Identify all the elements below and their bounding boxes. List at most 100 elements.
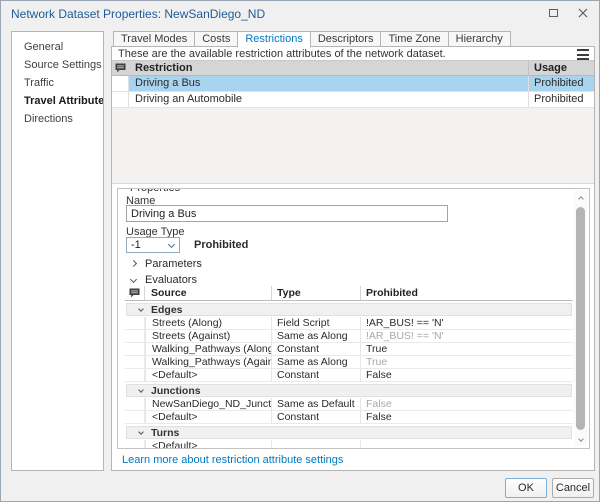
chevron-down-icon (578, 436, 584, 442)
evaluators-table-header: Source Type Prohibited (125, 286, 573, 301)
close-button[interactable] (569, 3, 597, 23)
parameters-section-toggle[interactable]: Parameters (118, 257, 569, 272)
restriction-list-header: Restriction Usage (112, 60, 594, 76)
evaluator-group-junctions[interactable]: Junctions (126, 384, 572, 397)
restore-button[interactable] (539, 3, 567, 23)
menu-icon[interactable] (577, 49, 589, 60)
row-icon-cell (125, 440, 145, 449)
row-icon-cell (125, 330, 145, 342)
restriction-name-cell: Driving an Automobile (129, 92, 528, 107)
type-cell: Same as Default (271, 398, 360, 410)
evaluators-table-body: EdgesStreets (Along)Field Script!AR_BUS!… (125, 303, 573, 449)
prohibited-column-header[interactable]: Prohibited (360, 286, 573, 300)
sidebar-item-directions[interactable]: Directions (12, 110, 103, 128)
usage-cell: Prohibited (528, 76, 594, 91)
usage-type-value: -1 (131, 239, 141, 252)
ok-button[interactable]: OK (505, 478, 547, 498)
group-label: Junctions (151, 385, 201, 397)
source-cell: <Default> (145, 369, 271, 381)
tab-travel-modes[interactable]: Travel Modes (113, 31, 195, 47)
tab-time-zone[interactable]: Time Zone (380, 31, 448, 47)
tab-costs[interactable]: Costs (194, 31, 238, 47)
scroll-down-button[interactable] (574, 433, 587, 446)
value-cell: !AR_BUS! == 'N' (360, 317, 573, 329)
sidebar-item-source-settings[interactable]: Source Settings (12, 56, 103, 74)
evaluator-row[interactable]: <Default>ConstantFalse (125, 411, 573, 424)
evaluator-group-turns[interactable]: Turns (126, 426, 572, 439)
properties-groupbox: Properties Name Usage Type -1 Prohibited… (117, 188, 590, 449)
evaluator-row[interactable]: NewSanDiego_ND_JunctionsSame as DefaultF… (125, 398, 573, 411)
chevron-down-icon (138, 387, 144, 393)
row-icon-cell (125, 356, 145, 368)
source-cell: <Default> (145, 440, 271, 449)
evaluator-row[interactable]: <Default>ConstantFalse (125, 369, 573, 382)
type-cell (271, 440, 360, 449)
comment-icon (112, 61, 129, 75)
restriction-row[interactable]: Driving an AutomobileProhibited (112, 92, 594, 108)
evaluator-group-edges[interactable]: Edges (126, 303, 572, 316)
evaluators-table: Source Type Prohibited EdgesStreets (Alo… (125, 286, 573, 449)
chevron-up-icon (578, 196, 584, 202)
learn-more-link[interactable]: Learn more about restriction attribute s… (122, 454, 343, 466)
restrictions-panel: These are the available restriction attr… (111, 46, 595, 471)
usage-type-text: Prohibited (194, 239, 248, 251)
titlebar: Network Dataset Properties: NewSanDiego_… (1, 1, 599, 27)
row-icon-cell (125, 343, 145, 355)
row-icon-cell (125, 398, 145, 410)
value-cell: False (360, 369, 573, 381)
row-icon-cell (125, 369, 145, 381)
value-cell: True (360, 343, 573, 355)
network-dataset-properties-dialog: Network Dataset Properties: NewSanDiego_… (0, 0, 600, 502)
usage-column-header[interactable]: Usage (528, 61, 594, 75)
group-label: Edges (151, 304, 183, 316)
tab-hierarchy[interactable]: Hierarchy (448, 31, 511, 47)
type-cell: Same as Along (271, 330, 360, 342)
evaluators-section-label: Evaluators (145, 274, 197, 286)
type-cell: Constant (271, 411, 360, 423)
chevron-right-icon (130, 260, 137, 267)
tab-strip: Travel ModesCostsRestrictionsDescriptors… (113, 31, 511, 47)
value-cell: False (360, 398, 573, 410)
evaluator-row[interactable]: Streets (Against)Same as Along!AR_BUS! =… (125, 330, 573, 343)
chevron-down-icon (138, 306, 144, 312)
value-cell: True (360, 356, 573, 368)
description-row: These are the available restriction attr… (112, 47, 594, 60)
source-cell: <Default> (145, 411, 271, 423)
comment-icon (125, 286, 145, 300)
chevron-down-icon (168, 241, 175, 248)
sidebar-item-general[interactable]: General (12, 38, 103, 56)
evaluator-row[interactable]: Walking_Pathways (Against)Same as AlongT… (125, 356, 573, 369)
cancel-button[interactable]: Cancel (552, 478, 594, 498)
close-icon (578, 8, 588, 18)
sidebar-item-traffic[interactable]: Traffic (12, 74, 103, 92)
restriction-row[interactable]: Driving a BusProhibited (112, 76, 594, 92)
group-label: Turns (151, 427, 179, 439)
restriction-list: Restriction Usage Driving a BusProhibite… (112, 60, 594, 184)
sidebar-item-travel-attributes[interactable]: Travel Attributes (12, 92, 103, 110)
type-cell: Constant (271, 343, 360, 355)
source-cell: Walking_Pathways (Against) (145, 356, 271, 368)
chevron-down-icon (138, 429, 144, 435)
tab-descriptors[interactable]: Descriptors (310, 31, 382, 47)
type-cell: Field Script (271, 317, 360, 329)
restriction-column-header[interactable]: Restriction (129, 61, 528, 75)
usage-type-select[interactable]: -1 (126, 237, 180, 253)
name-input[interactable] (126, 205, 448, 222)
evaluator-row[interactable]: <Default> (125, 440, 573, 449)
source-cell: NewSanDiego_ND_Junctions (145, 398, 271, 410)
restriction-name-cell: Driving a Bus (129, 76, 528, 91)
source-column-header[interactable]: Source (145, 286, 271, 300)
evaluator-row[interactable]: Walking_Pathways (Along)ConstantTrue (125, 343, 573, 356)
scrollbar-thumb[interactable] (576, 207, 585, 430)
source-cell: Streets (Along) (145, 317, 271, 329)
row-icon-cell (112, 76, 129, 91)
usage-cell: Prohibited (528, 92, 594, 107)
scroll-up-button[interactable] (574, 191, 587, 204)
evaluator-row[interactable]: Streets (Along)Field Script!AR_BUS! == '… (125, 317, 573, 330)
row-icon-cell (125, 317, 145, 329)
tab-restrictions[interactable]: Restrictions (237, 31, 310, 48)
type-cell: Constant (271, 369, 360, 381)
restriction-rows: Driving a BusProhibitedDriving an Automo… (112, 76, 594, 108)
type-column-header[interactable]: Type (271, 286, 360, 300)
chevron-down-icon (130, 276, 137, 283)
